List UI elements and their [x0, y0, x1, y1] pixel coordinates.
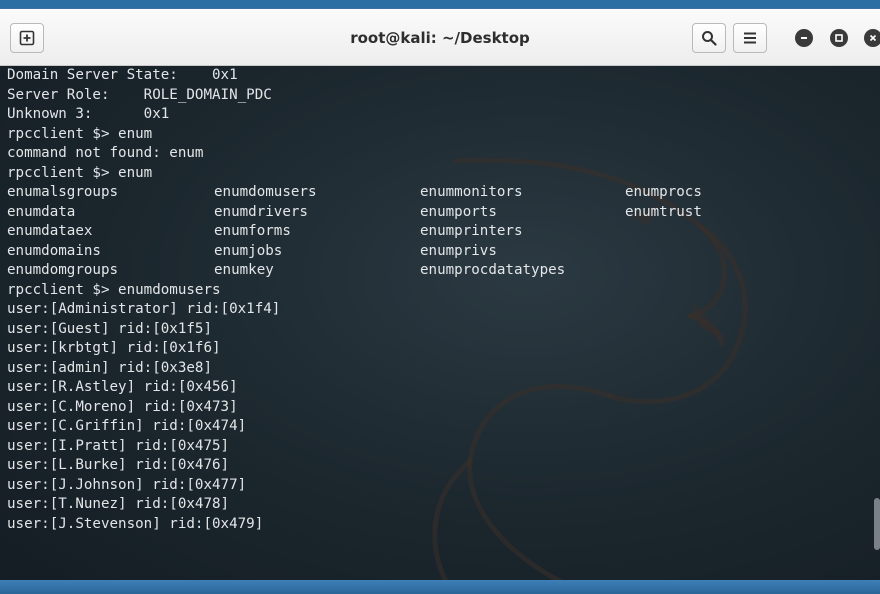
completion-item: enumkey — [214, 262, 274, 278]
completion-item: enumports — [420, 203, 497, 220]
user-entry-line: user:[R.Astley] rid:[0x456] — [7, 379, 238, 395]
minimize-button[interactable] — [795, 29, 813, 47]
hamburger-menu-icon — [744, 32, 756, 44]
terminal-area[interactable]: Domain Server State: 0x1 Server Role: RO… — [0, 66, 880, 589]
user-entry-line: user:[Administrator] rid:[0x1f4] — [7, 301, 281, 317]
menu-button[interactable] — [733, 23, 767, 53]
user-entry-line: user:[T.Nunez] rid:[0x478] — [7, 496, 230, 512]
completion-item: enumprocs — [625, 184, 702, 200]
completion-item: enumdataex — [7, 223, 93, 239]
search-icon — [702, 31, 717, 46]
terminal-line: Domain Server State: 0x1 — [7, 67, 238, 83]
close-button[interactable] — [864, 29, 880, 47]
user-entry-line: user:[admin] rid:[0x3e8] — [7, 359, 212, 376]
user-entry-line: user:[L.Burke] rid:[0x476] — [7, 457, 230, 473]
maximize-icon — [835, 34, 843, 42]
window-title: root@kali: ~/Desktop — [350, 29, 530, 47]
completion-item: enumdomusers — [214, 184, 317, 200]
completion-item: enummonitors — [420, 184, 523, 200]
minimize-icon — [801, 37, 807, 39]
search-button[interactable] — [692, 23, 726, 53]
user-entry-line: user:[J.Johnson] rid:[0x477] — [7, 476, 247, 493]
completion-item: enumprocdatatypes — [420, 262, 566, 278]
completion-item: enumalsgroups — [7, 184, 119, 200]
completion-item: enumdomains — [7, 242, 101, 259]
user-entry-line: user:[J.Stevenson] rid:[0x479] — [7, 515, 264, 532]
close-icon — [869, 34, 877, 42]
completion-item: enumprinters — [420, 223, 523, 239]
terminal-window: root@kali: ~/Desktop Domain Server State… — [0, 8, 880, 589]
completion-row: enumalsgroups enumdomusers enummonitors … — [7, 183, 877, 203]
completion-row: enumdataex enumforms enumprinters — [7, 222, 877, 242]
terminal-line: Unknown 3: 0x1 — [7, 106, 170, 122]
prompt-line: rpcclient $> enum — [7, 164, 153, 181]
maximize-button[interactable] — [830, 29, 848, 47]
title-bar[interactable]: root@kali: ~/Desktop — [0, 9, 880, 66]
terminal-output: Domain Server State: 0x1 Server Role: RO… — [7, 66, 877, 534]
completion-item: enumforms — [214, 223, 291, 239]
user-entry-line: user:[Guest] rid:[0x1f5] — [7, 320, 212, 337]
completion-item: enumdrivers — [214, 203, 308, 220]
terminal-line: command not found: enum — [7, 145, 204, 161]
user-entry-line: user:[krbtgt] rid:[0x1f6] — [7, 340, 221, 356]
completion-row: enumdomgroups enumkey enumprocdatatypes — [7, 261, 877, 281]
completion-item: enumdata — [7, 203, 76, 220]
scrollbar-thumb[interactable] — [874, 498, 880, 550]
new-tab-button[interactable] — [10, 23, 44, 53]
prompt-line: rpcclient $> enum — [7, 125, 153, 142]
prompt-line: rpcclient $> enumdomusers — [7, 281, 221, 298]
desktop-bottom-edge — [0, 580, 880, 594]
terminal-line: Server Role: ROLE_DOMAIN_PDC — [7, 86, 272, 103]
completion-item: enumdomgroups — [7, 262, 119, 278]
user-entry-line: user:[C.Moreno] rid:[0x473] — [7, 398, 238, 415]
user-entry-line: user:[C.Griffin] rid:[0x474] — [7, 418, 247, 434]
new-tab-icon — [19, 30, 35, 46]
completion-row: enumdata enumdrivers enumports enumtrust — [7, 203, 877, 223]
user-entry-line: user:[I.Pratt] rid:[0x475] — [7, 437, 230, 454]
completion-item: enumprivs — [420, 242, 497, 259]
completion-row: enumdomains enumjobs enumprivs — [7, 242, 877, 262]
completion-item: enumjobs — [214, 242, 283, 259]
completion-item: enumtrust — [625, 203, 702, 220]
